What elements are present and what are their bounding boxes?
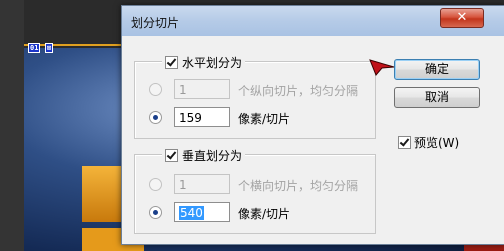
horizontal-count-label: 个纵向切片，均匀分隔 xyxy=(238,84,359,98)
preview-checkbox[interactable]: 预览(W) xyxy=(398,134,459,151)
divide-slice-dialog: 划分切片 ✕ 水平划分为 1 个纵向切片，均匀分隔 159 像素/切片 垂直划分… xyxy=(121,5,504,245)
slice-number-tag[interactable]: 01 xyxy=(28,43,41,53)
horizontal-divide-label: 水平划分为 xyxy=(182,56,243,70)
horizontal-divide-group xyxy=(134,61,376,139)
vertical-divide-group xyxy=(134,154,376,234)
horizontal-pixels-label: 像素/切片 xyxy=(238,112,291,126)
tools-panel-edge xyxy=(0,0,24,251)
close-icon: ✕ xyxy=(456,10,468,25)
preview-label: 预览(W) xyxy=(414,136,460,150)
pointer-arrow-icon xyxy=(369,59,395,76)
horizontal-count-input[interactable]: 1 xyxy=(174,79,230,99)
vertical-pixels-value-selected: 540 xyxy=(179,206,204,220)
slice-type-icon: ⊠ xyxy=(45,43,54,53)
vertical-pixels-label: 像素/切片 xyxy=(238,207,291,221)
vertical-divide-checkbox[interactable]: 垂直划分为 xyxy=(162,147,246,164)
dialog-title: 划分切片 xyxy=(131,16,180,30)
vertical-divide-label: 垂直划分为 xyxy=(182,149,243,163)
vertical-count-radio[interactable] xyxy=(149,178,162,191)
vertical-pixels-radio[interactable] xyxy=(149,206,162,219)
close-button[interactable]: ✕ xyxy=(440,8,484,28)
vertical-count-label: 个横向切片，均匀分隔 xyxy=(238,179,359,193)
preview-checkbox-icon[interactable] xyxy=(398,136,411,149)
dialog-titlebar[interactable]: 划分切片 ✕ xyxy=(122,6,504,36)
horizontal-pixels-radio[interactable] xyxy=(149,111,162,124)
dialog-body: 水平划分为 1 个纵向切片，均匀分隔 159 像素/切片 垂直划分为 1 个横向… xyxy=(128,36,498,238)
horizontal-pixels-input[interactable]: 159 xyxy=(174,107,230,127)
ok-button[interactable]: 确定 xyxy=(394,59,480,80)
cancel-button[interactable]: 取消 xyxy=(394,87,480,108)
horizontal-count-value: 1 xyxy=(179,83,187,97)
horizontal-divide-checkbox[interactable]: 水平划分为 xyxy=(162,54,246,71)
horizontal-pixels-value: 159 xyxy=(179,111,202,125)
vertical-pixels-input[interactable]: 540 xyxy=(174,202,230,222)
vertical-count-input[interactable]: 1 xyxy=(174,174,230,194)
vertical-checkbox-icon[interactable] xyxy=(165,149,178,162)
horizontal-count-radio[interactable] xyxy=(149,83,162,96)
vertical-count-value: 1 xyxy=(179,178,187,192)
horizontal-checkbox-icon[interactable] xyxy=(165,56,178,69)
